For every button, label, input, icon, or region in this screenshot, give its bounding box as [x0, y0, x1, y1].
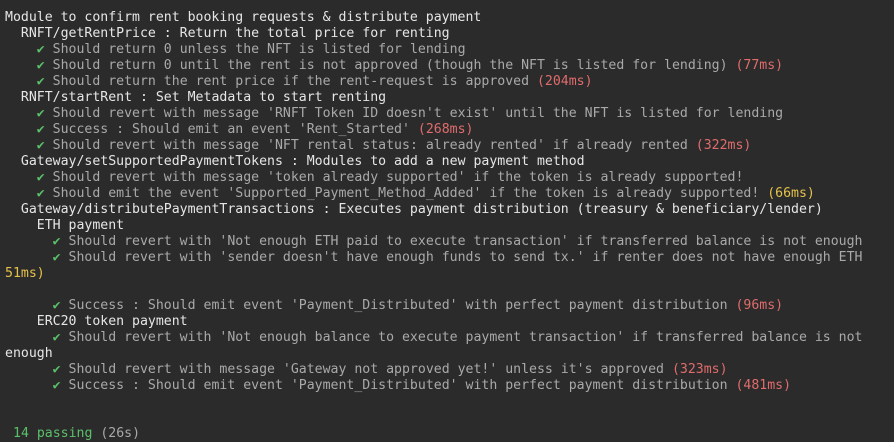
test-result-line: ✔ Success : Should emit event 'Payment_D…: [5, 378, 791, 394]
test-result-line: ✔ Should return 0 unless the NFT is list…: [5, 42, 466, 58]
output-line: Module to confirm rent booking requests …: [5, 10, 481, 26]
check-icon: ✔: [36, 106, 45, 121]
test-title: Success : Should emit event 'Payment_Dis…: [60, 298, 736, 313]
check-icon: ✔: [36, 58, 45, 73]
output-line: enough: [5, 346, 53, 362]
check-icon: ✔: [52, 298, 61, 313]
output-line: RNFT/getRentPrice : Return the total pri…: [5, 26, 450, 42]
test-result-line: ✔ Should revert with 'Not enough ETH pai…: [5, 234, 863, 250]
test-title: Success : Should emit an event 'Rent_Sta…: [44, 122, 418, 137]
suite-title: enough: [5, 346, 53, 361]
suite-title: Module to confirm rent booking requests …: [5, 10, 482, 25]
test-duration: 51ms): [5, 266, 45, 281]
check-icon: ✔: [52, 378, 61, 393]
test-title: Should emit the event 'Supported_Payment…: [44, 186, 768, 201]
suite-title: Gateway/distributePaymentTransactions : …: [20, 202, 823, 217]
test-duration: (323ms): [671, 362, 728, 377]
test-title: Should return 0 until the rent is not ap…: [44, 58, 736, 73]
passing-count: 14 passing: [13, 426, 93, 441]
output-line: ERC20 token payment: [5, 314, 188, 330]
check-icon: ✔: [52, 362, 61, 377]
output-line: ETH payment: [5, 218, 124, 234]
test-duration: (481ms): [735, 378, 792, 393]
test-result-line: ✔ Should revert with message 'RNFT Token…: [5, 106, 783, 122]
output-line: RNFT/startRent : Set Metadata to start r…: [5, 90, 386, 106]
check-icon: ✔: [36, 42, 45, 57]
test-title: Should return 0 unless the NFT is listed…: [44, 42, 466, 57]
output-line: 51ms): [5, 266, 45, 282]
test-duration: (322ms): [695, 138, 752, 153]
suite-title: ERC20 token payment: [36, 314, 188, 329]
test-result-line: ✔ Should return the rent price if the re…: [5, 74, 593, 90]
test-title: Success : Should emit event 'Payment_Dis…: [60, 378, 736, 393]
test-duration: (66ms): [767, 186, 815, 201]
terminal-output: Module to confirm rent booking requests …: [0, 0, 894, 441]
test-title: Should revert with message 'RNFT Token I…: [44, 106, 784, 121]
output-line: Gateway/setSupportedPaymentTokens : Modu…: [5, 154, 585, 170]
test-result-line: ✔ Should revert with message 'Gateway no…: [5, 362, 728, 378]
test-title: Should revert with 'Not enough ETH paid …: [60, 234, 863, 249]
check-icon: ✔: [52, 250, 61, 265]
test-result-line: ✔ Should revert with 'sender doesn't hav…: [5, 250, 863, 266]
test-title: Should revert with message 'NFT rental s…: [44, 138, 696, 153]
summary-line: 14 passing (26s): [13, 426, 140, 442]
test-result-line: ✔ Should emit the event 'Supported_Payme…: [5, 186, 815, 202]
test-duration: (268ms): [417, 122, 474, 137]
test-title: Should revert with message 'Gateway not …: [60, 362, 672, 377]
check-icon: ✔: [36, 186, 45, 201]
check-icon: ✔: [36, 122, 45, 137]
test-title: Should revert with 'Not enough balance t…: [60, 330, 863, 345]
test-title: Should revert with 'sender doesn't have …: [60, 250, 863, 265]
check-icon: ✔: [36, 74, 45, 89]
test-result-line: ✔ Should return 0 until the rent is not …: [5, 58, 783, 74]
test-result-line: ✔ Should revert with 'Not enough balance…: [5, 330, 863, 346]
test-result-line: ✔ Should revert with message 'NFT rental…: [5, 138, 752, 154]
suite-title: Gateway/setSupportedPaymentTokens : Modu…: [20, 154, 585, 169]
output-line: Gateway/distributePaymentTransactions : …: [5, 202, 823, 218]
total-duration: (26s): [100, 426, 141, 441]
test-duration: (204ms): [536, 74, 593, 89]
test-result-line: ✔ Success : Should emit an event 'Rent_S…: [5, 122, 474, 138]
check-icon: ✔: [36, 138, 45, 153]
test-duration: (77ms): [735, 58, 784, 73]
test-title: Should revert with message 'token alread…: [44, 170, 744, 185]
check-icon: ✔: [36, 170, 45, 185]
test-result-line: ✔ Success : Should emit event 'Payment_D…: [5, 298, 783, 314]
check-icon: ✔: [52, 234, 61, 249]
test-title: Should return the rent price if the rent…: [44, 74, 537, 89]
suite-title: RNFT/getRentPrice : Return the total pri…: [20, 26, 450, 41]
test-duration: (96ms): [735, 298, 784, 313]
check-icon: ✔: [52, 330, 61, 345]
test-result-line: ✔ Should revert with message 'token alre…: [5, 170, 744, 186]
suite-title: RNFT/startRent : Set Metadata to start r…: [20, 90, 387, 105]
suite-title: ETH payment: [36, 218, 125, 233]
